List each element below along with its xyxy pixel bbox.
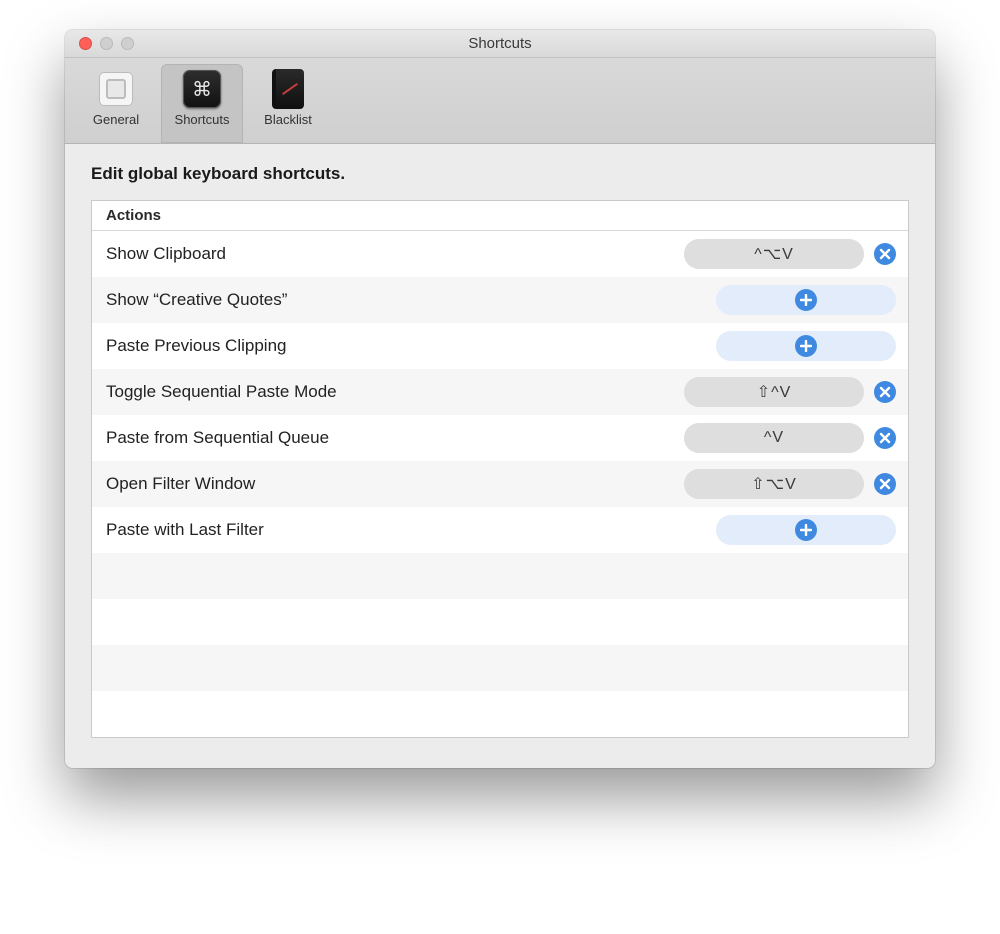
- shortcut-recorder[interactable]: ⇧⌥V: [684, 469, 864, 499]
- add-shortcut-icon: [795, 335, 817, 357]
- titlebar: Shortcuts: [65, 30, 935, 58]
- shortcuts-table: Actions Show Clipboard ^⌥V Show “Creativ…: [91, 200, 909, 738]
- window-title: Shortcuts: [65, 35, 935, 52]
- page-heading: Edit global keyboard shortcuts.: [91, 164, 909, 184]
- table-row: Show Clipboard ^⌥V: [92, 231, 908, 277]
- clear-shortcut-button[interactable]: [874, 473, 896, 495]
- toolbar: General ⌘ Shortcuts Blacklist: [65, 58, 935, 144]
- column-header-actions: Actions: [106, 207, 161, 224]
- notebook-icon: [272, 69, 304, 109]
- shortcut-group: [716, 285, 896, 315]
- tab-general[interactable]: General: [75, 64, 157, 143]
- table-row: Toggle Sequential Paste Mode ⇧^V: [92, 369, 908, 415]
- traffic-lights: [65, 37, 134, 50]
- action-label: Show “Creative Quotes”: [106, 290, 716, 310]
- shortcut-group: ^V: [684, 423, 896, 453]
- action-label: Paste Previous Clipping: [106, 336, 716, 356]
- shortcut-recorder[interactable]: ^V: [684, 423, 864, 453]
- minimize-button[interactable]: [100, 37, 113, 50]
- shortcut-recorder[interactable]: [716, 331, 896, 361]
- shortcut-group: ⇧⌥V: [684, 469, 896, 499]
- shortcut-recorder[interactable]: [716, 515, 896, 545]
- table-row: Show “Creative Quotes”: [92, 277, 908, 323]
- table-row-empty: [92, 645, 908, 691]
- close-button[interactable]: [79, 37, 92, 50]
- table-header: Actions: [92, 201, 908, 231]
- table-row: Paste with Last Filter: [92, 507, 908, 553]
- shortcut-group: ^⌥V: [684, 239, 896, 269]
- shortcut-group: [716, 331, 896, 361]
- shortcut-group: ⇧^V: [684, 377, 896, 407]
- add-shortcut-icon: [795, 289, 817, 311]
- tab-shortcuts-label: Shortcuts: [175, 112, 230, 127]
- tab-blacklist[interactable]: Blacklist: [247, 64, 329, 143]
- action-label: Open Filter Window: [106, 474, 684, 494]
- shortcut-recorder[interactable]: ⇧^V: [684, 377, 864, 407]
- command-key-icon: ⌘: [183, 70, 221, 108]
- shortcut-recorder[interactable]: ^⌥V: [684, 239, 864, 269]
- table-row: Paste from Sequential Queue ^V: [92, 415, 908, 461]
- add-shortcut-icon: [795, 519, 817, 541]
- preferences-window: Shortcuts General ⌘ Shortcuts Blacklist …: [65, 30, 935, 768]
- table-row: Open Filter Window ⇧⌥V: [92, 461, 908, 507]
- tab-blacklist-label: Blacklist: [264, 112, 312, 127]
- clear-shortcut-button[interactable]: [874, 427, 896, 449]
- shortcut-group: [716, 515, 896, 545]
- table-row: Paste Previous Clipping: [92, 323, 908, 369]
- action-label: Paste from Sequential Queue: [106, 428, 684, 448]
- zoom-button[interactable]: [121, 37, 134, 50]
- action-label: Toggle Sequential Paste Mode: [106, 382, 684, 402]
- table-row-empty: [92, 691, 908, 737]
- clear-shortcut-button[interactable]: [874, 381, 896, 403]
- clear-shortcut-button[interactable]: [874, 243, 896, 265]
- shortcut-recorder[interactable]: [716, 285, 896, 315]
- tab-shortcuts[interactable]: ⌘ Shortcuts: [161, 64, 243, 143]
- table-row-empty: [92, 553, 908, 599]
- table-row-empty: [92, 599, 908, 645]
- switch-icon: [99, 72, 133, 106]
- content-area: Edit global keyboard shortcuts. Actions …: [65, 144, 935, 768]
- action-label: Show Clipboard: [106, 244, 684, 264]
- tab-general-label: General: [93, 112, 139, 127]
- action-label: Paste with Last Filter: [106, 520, 716, 540]
